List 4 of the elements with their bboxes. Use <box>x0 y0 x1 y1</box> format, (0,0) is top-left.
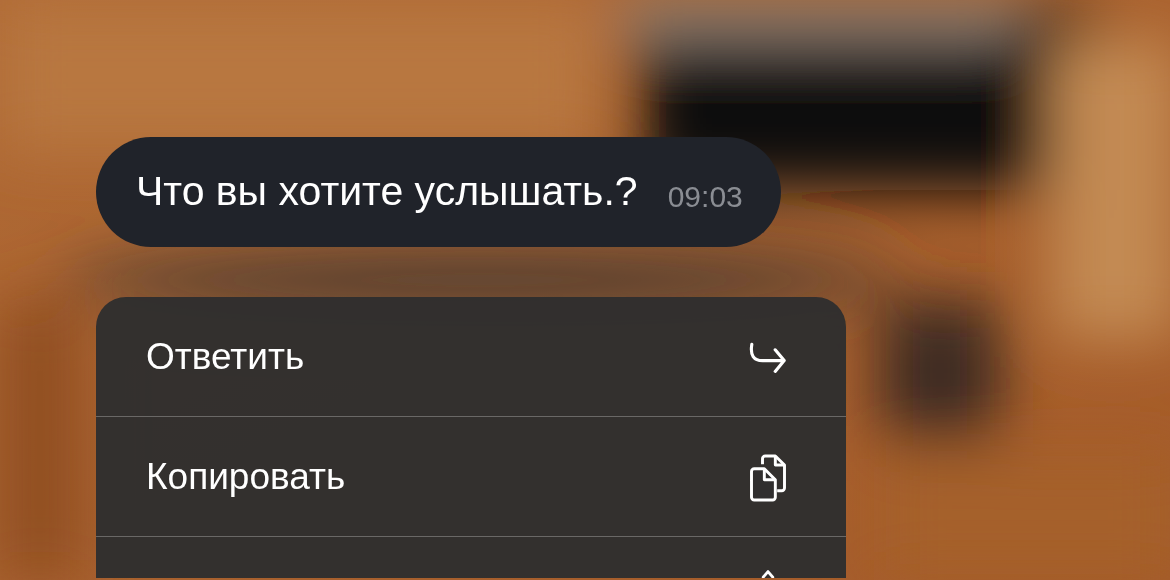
message-time: 09:03 <box>667 178 743 215</box>
menu-item[interactable]: Ответить <box>96 297 846 417</box>
message-text: Что вы хотите услышать.? <box>136 167 638 217</box>
menu-item[interactable]: Копировать <box>96 417 846 537</box>
